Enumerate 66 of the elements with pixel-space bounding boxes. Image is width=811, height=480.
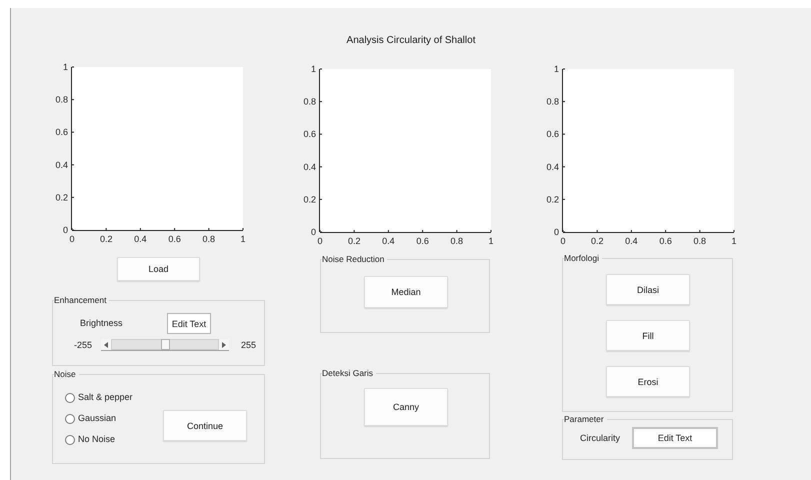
radio-button[interactable]	[65, 414, 75, 424]
slider-max-label: 255	[241, 340, 256, 350]
tick-label: 1	[732, 236, 736, 246]
tick-label: 0.6	[303, 129, 316, 140]
radio-button[interactable]	[65, 434, 75, 444]
text-field[interactable]: Edit Text	[167, 313, 211, 334]
tick-label: 0	[62, 225, 68, 235]
figure-title: Analysis Circularity of Shallot	[346, 34, 476, 47]
tick-label: 0	[70, 234, 74, 244]
panel-title: Enhancement	[54, 295, 110, 306]
push-button[interactable]: Erosi	[606, 366, 690, 397]
tick-label: 1	[488, 236, 494, 246]
tick-label: 0.8	[303, 96, 316, 107]
push-button[interactable]: Canny	[364, 388, 448, 426]
field-label: Brightness	[80, 318, 124, 329]
text-field[interactable]: Edit Text	[632, 427, 718, 449]
push-button[interactable]: Fill	[606, 320, 690, 351]
tick-label: 0.6	[55, 127, 68, 138]
tick-label: 0.8	[55, 94, 68, 105]
tick-label: 0.2	[590, 236, 604, 246]
radio-label[interactable]: No Noise	[78, 434, 116, 445]
right-arrow-icon[interactable]	[219, 339, 229, 350]
push-button[interactable]: Dilasi	[606, 274, 690, 305]
tick-label: 0.4	[134, 234, 147, 244]
tick-label: 0.2	[55, 192, 68, 202]
tick-label: 0.4	[546, 162, 559, 172]
field-label: Circularity	[580, 432, 622, 444]
tick-label: 0.8	[546, 96, 559, 107]
tick-label: 0.4	[55, 160, 68, 170]
panel-title: Parameter	[564, 414, 607, 425]
tick-label: 0.6	[659, 236, 672, 246]
tick-label: 0.6	[168, 234, 181, 244]
tick-label: 0	[560, 236, 566, 246]
tick-label: 0.2	[348, 236, 360, 246]
tick-label: 0.8	[202, 234, 216, 244]
tick-label: 1	[62, 62, 68, 72]
tick-label: 1	[240, 234, 246, 244]
tick-label: 0	[318, 236, 322, 246]
slider-min-label: -255	[74, 340, 94, 350]
tick-label: 0.2	[303, 194, 316, 204]
tick-label: 0.2	[546, 194, 559, 204]
tick-label: 0.8	[694, 236, 706, 246]
slider-thumb[interactable]	[160, 339, 170, 350]
tick-label: 0.4	[382, 236, 395, 246]
tick-label: 0.8	[450, 236, 464, 246]
tick-label: 0.6	[416, 236, 429, 246]
tick-label: 0.6	[546, 129, 559, 140]
panel-title: Deteksi Garis	[322, 368, 376, 379]
panel-title: Morfologi	[564, 253, 602, 264]
tick-label: 0	[554, 227, 559, 237]
tick-label: 1	[310, 64, 316, 74]
radio-label[interactable]: Gaussian	[78, 413, 116, 424]
tick-label: 1	[554, 64, 559, 74]
push-button[interactable]: Load	[117, 257, 200, 281]
panel-title: Noise	[54, 369, 79, 380]
panel-title: Noise Reduction	[322, 254, 388, 265]
push-button[interactable]: Median	[364, 276, 448, 308]
push-button[interactable]: Continue	[163, 410, 247, 441]
radio-button[interactable]	[65, 392, 75, 402]
tick-label: 0.4	[625, 236, 638, 246]
left-arrow-icon[interactable]	[101, 339, 111, 350]
slider[interactable]	[101, 339, 229, 351]
tick-label: 0	[310, 227, 316, 237]
tick-label: 0.4	[303, 162, 316, 172]
tick-label: 0.2	[100, 234, 112, 244]
radio-label[interactable]: Salt & pepper	[78, 392, 133, 403]
